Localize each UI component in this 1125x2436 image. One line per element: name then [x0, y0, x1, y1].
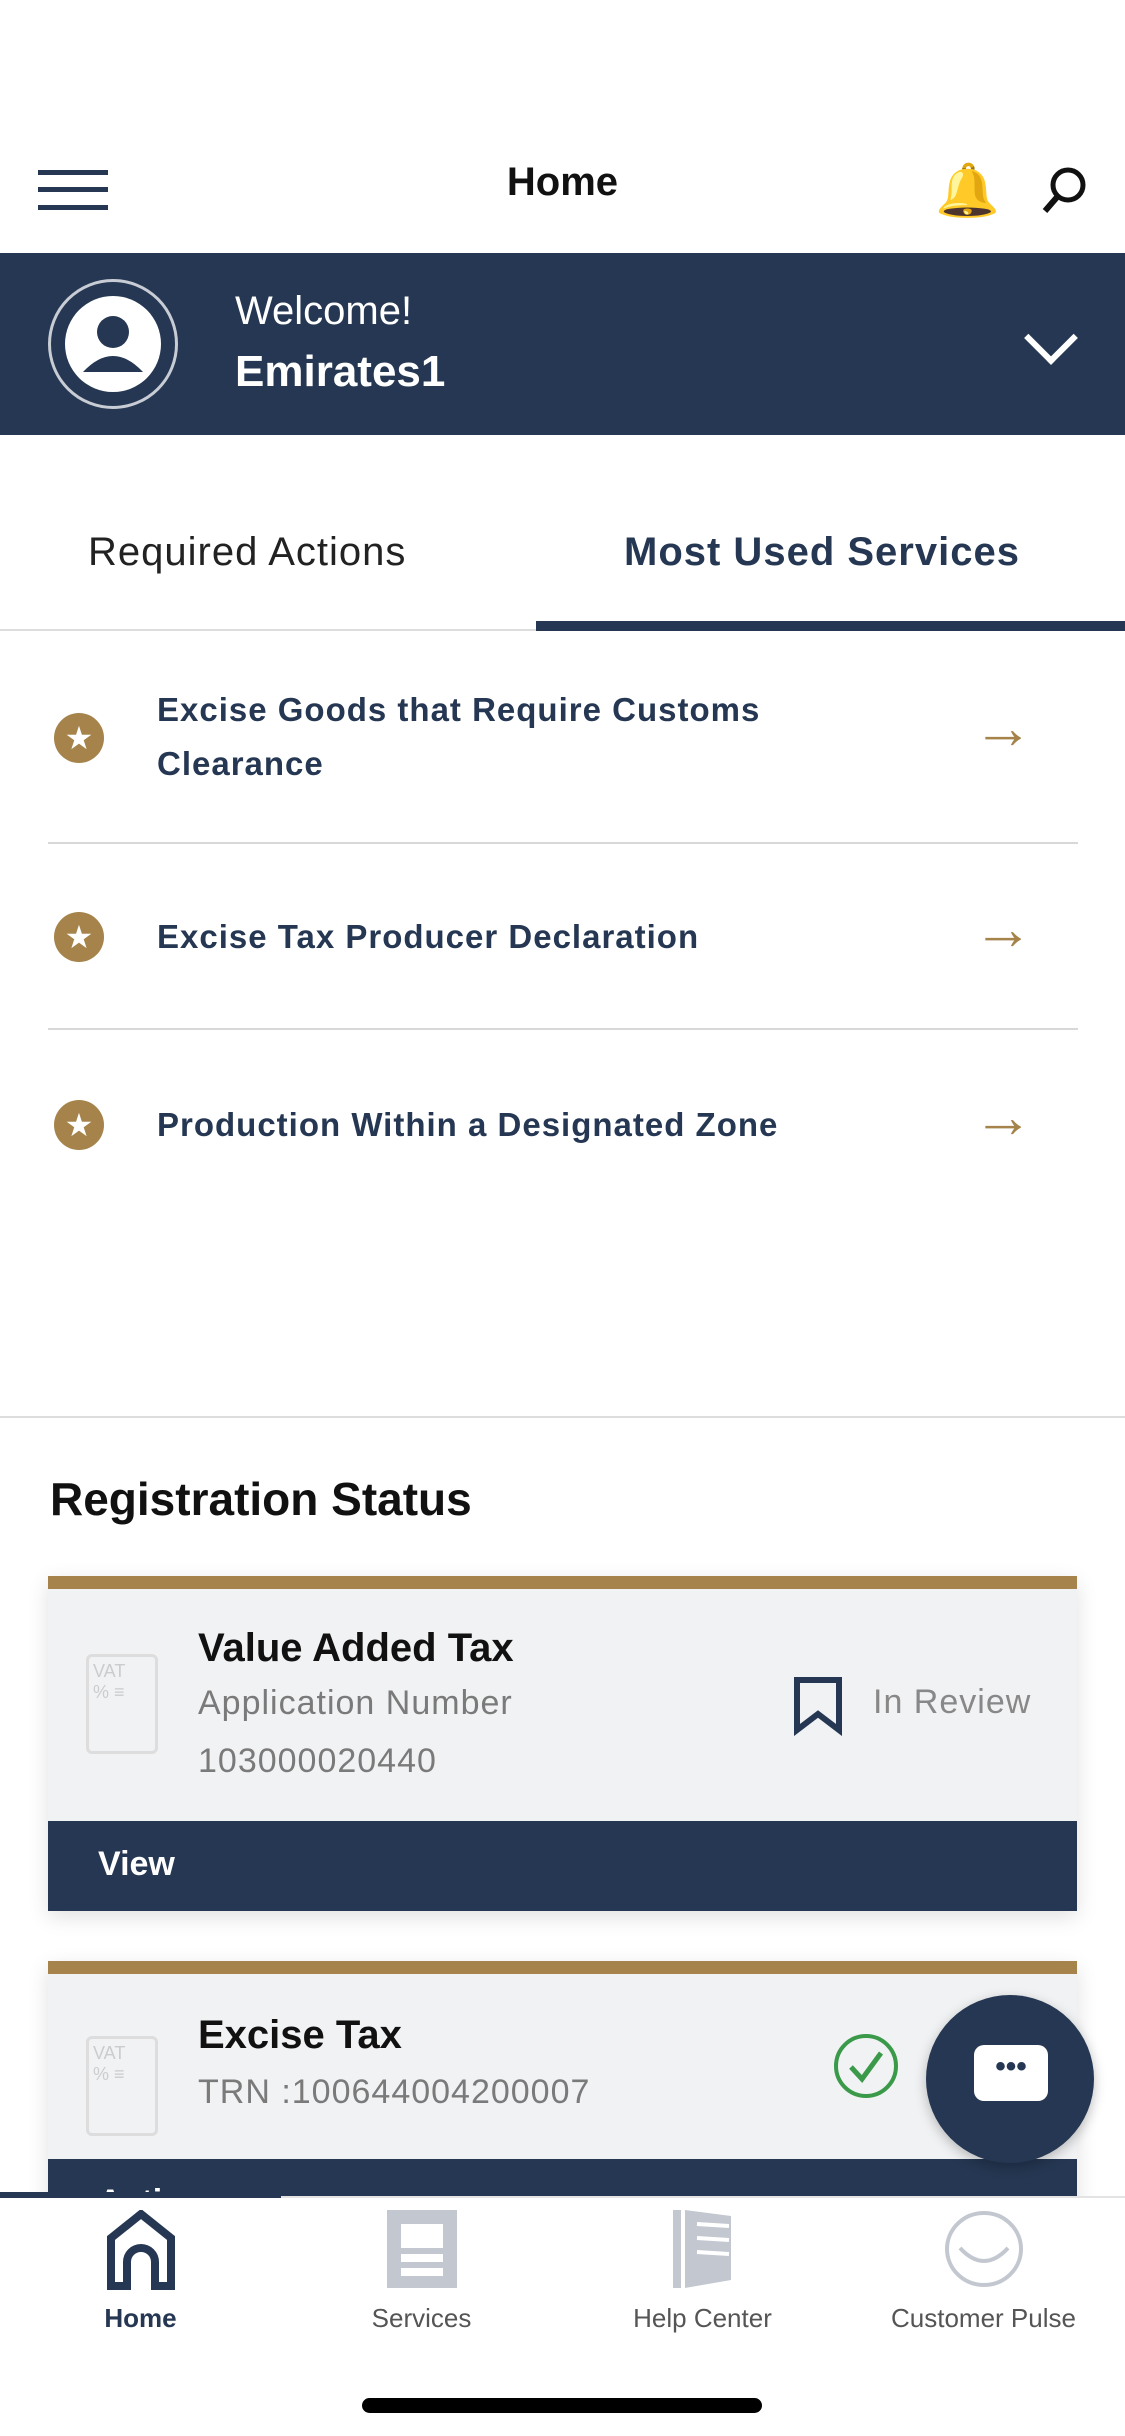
card-title: Value Added Tax	[198, 1626, 514, 1670]
card-title: Excise Tax	[198, 2013, 402, 2057]
active-tab-indicator	[536, 621, 1125, 631]
welcome-greeting: Welcome!	[235, 289, 413, 333]
registration-status-title: Registration Status	[50, 1473, 472, 1525]
username: Emirates1	[235, 347, 446, 396]
bookmark-icon	[793, 1676, 845, 1741]
home-indicator	[362, 2398, 762, 2413]
services-icon	[386, 2210, 457, 2288]
star-icon: ★	[54, 912, 104, 962]
book-icon	[672, 2210, 731, 2288]
arrow-right-icon: →	[973, 895, 1033, 962]
registration-card-vat: VAT% ≡ Value Added Tax Application Numbe…	[48, 1576, 1077, 1911]
star-icon: ★	[54, 1100, 104, 1150]
smile-icon	[944, 2211, 1023, 2287]
view-button[interactable]: View	[48, 1821, 1077, 1911]
tab-required-actions[interactable]: Required Actions	[88, 530, 406, 575]
avatar	[48, 279, 178, 409]
bottom-nav: Home Services Help Center Customer Pulse	[0, 2192, 1125, 2436]
status-badge: In Review	[873, 1683, 1032, 1721]
welcome-banner[interactable]: Welcome! Emirates1	[0, 253, 1125, 435]
search-icon[interactable]	[1040, 165, 1086, 213]
application-number: 103000020440	[198, 1742, 437, 1780]
star-icon: ★	[54, 713, 104, 763]
arrow-right-icon: →	[973, 694, 1033, 761]
nav-customer-pulse[interactable]: Customer Pulse	[843, 2198, 1124, 2333]
bell-icon[interactable]: 🔔	[935, 160, 1000, 221]
chat-button[interactable]: •••	[926, 1995, 1094, 2163]
chat-bubble-icon: •••	[974, 2045, 1048, 2101]
chevron-down-icon[interactable]	[1024, 311, 1078, 365]
service-item[interactable]: ★ Production Within a Designated Zone →	[48, 1030, 1078, 1217]
nav-home[interactable]: Home	[0, 2198, 281, 2333]
home-icon	[106, 2208, 175, 2290]
arrow-right-icon: →	[973, 1083, 1033, 1150]
vat-document-icon: VAT% ≡	[86, 2036, 158, 2136]
card-accent	[48, 1961, 1077, 1974]
divider	[0, 1416, 1125, 1418]
card-accent	[48, 1576, 1077, 1589]
service-item[interactable]: ★ Excise Goods that Require Customs Clea…	[48, 631, 1078, 844]
service-item[interactable]: ★ Excise Tax Producer Declaration →	[48, 844, 1078, 1030]
card-subtitle: Application Number	[198, 1684, 513, 1722]
tab-bar: Required Actions Most Used Services	[0, 435, 1125, 631]
trn-number: TRN :100644004200007	[198, 2073, 591, 2111]
tab-most-used-services[interactable]: Most Used Services	[624, 530, 1020, 575]
vat-document-icon: VAT% ≡	[86, 1654, 158, 1754]
nav-help-center[interactable]: Help Center	[562, 2198, 843, 2333]
nav-services[interactable]: Services	[281, 2198, 562, 2333]
check-circle-icon	[831, 2031, 901, 2106]
